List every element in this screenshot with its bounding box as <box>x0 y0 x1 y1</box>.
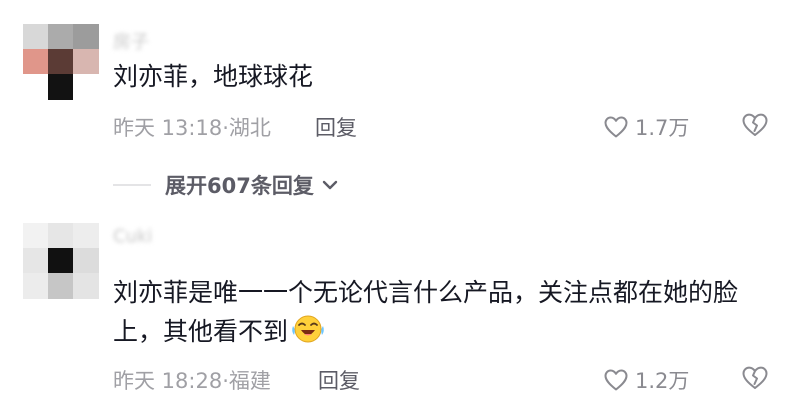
comment-location: 福建 <box>228 369 271 393</box>
laughing-crying-emoji-icon <box>290 312 326 355</box>
like-button[interactable]: 1.2万 <box>603 365 689 395</box>
comment-text-body: 刘亦菲是唯一一个无论代言什么产品，关注点都在她的脸上，其他看不到 <box>113 278 739 346</box>
avatar[interactable] <box>23 24 99 100</box>
comment-time: 昨天 13:18 <box>113 116 223 140</box>
reply-button[interactable]: 回复 <box>315 112 357 142</box>
avatar-pixel <box>48 248 73 273</box>
avatar-pixel <box>23 49 48 74</box>
comment-location: 湖北 <box>228 116 271 140</box>
expand-replies-button[interactable]: 展开607条回复 <box>113 170 340 200</box>
avatar-pixel <box>73 49 99 74</box>
broken-heart-icon <box>742 113 768 136</box>
avatar-pixel <box>23 24 48 49</box>
avatar-pixel <box>48 223 73 248</box>
avatar-pixel <box>73 248 99 273</box>
avatar-pixel <box>73 273 99 299</box>
heart-outline-icon <box>604 116 628 138</box>
avatar[interactable] <box>23 223 99 299</box>
avatar-pixel <box>73 74 99 100</box>
expand-replies-label: 展开607条回复 <box>165 174 314 198</box>
divider-line <box>113 184 151 186</box>
meta-separator: · <box>222 369 229 393</box>
avatar-pixel <box>48 273 73 299</box>
avatar-pixel <box>23 223 48 248</box>
reply-button[interactable]: 回复 <box>318 365 360 395</box>
avatar-pixel <box>48 49 73 74</box>
avatar-pixel <box>23 273 48 299</box>
comment-text: 刘亦菲是唯一一个无论代言什么产品，关注点都在她的脸上，其他看不到 <box>113 274 778 355</box>
heart-outline-icon <box>604 369 628 391</box>
username[interactable]: 房子 <box>113 28 149 54</box>
avatar-pixel <box>48 24 73 49</box>
avatar-pixel <box>23 248 48 273</box>
avatar-pixel <box>73 24 99 49</box>
like-count: 1.2万 <box>635 369 690 393</box>
comment-text: 刘亦菲，地球球花 <box>113 62 314 91</box>
comment-meta: 昨天 13:18·湖北 <box>113 112 271 142</box>
comment-meta: 昨天 18:28·福建 <box>113 365 271 395</box>
comment-time: 昨天 18:28 <box>113 369 223 393</box>
dislike-button[interactable] <box>741 365 769 395</box>
avatar-pixel <box>48 74 73 100</box>
like-count: 1.7万 <box>635 116 690 140</box>
avatar-pixel <box>23 74 48 100</box>
username[interactable]: Cuki <box>113 226 152 247</box>
like-button[interactable]: 1.7万 <box>603 112 689 142</box>
chevron-down-icon <box>322 180 338 190</box>
broken-heart-icon <box>742 366 768 389</box>
meta-separator: · <box>222 116 229 140</box>
avatar-pixel <box>73 223 99 248</box>
dislike-button[interactable] <box>741 112 769 142</box>
